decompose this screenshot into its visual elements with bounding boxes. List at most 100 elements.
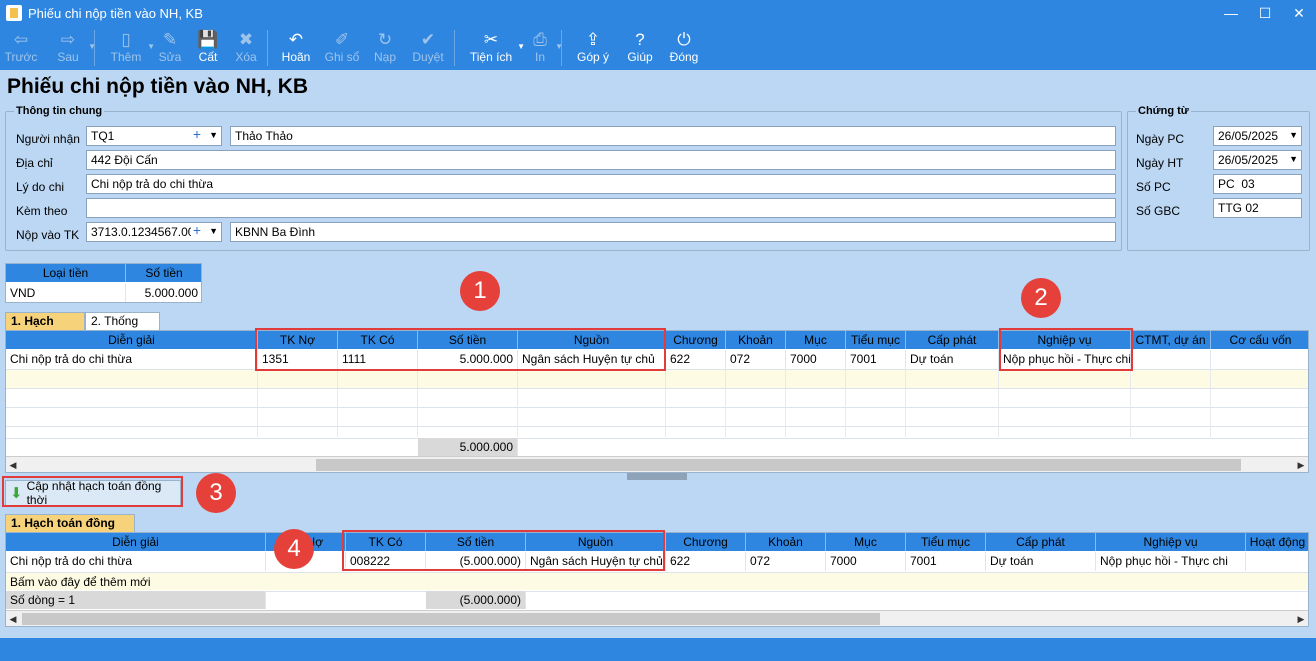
table-cell[interactable] bbox=[1211, 350, 1308, 369]
ly-do-input[interactable]: Chi nộp trả do chi thừa bbox=[86, 174, 1116, 194]
chevron-down-icon[interactable]: ▼ bbox=[209, 130, 218, 140]
kem-theo-input[interactable] bbox=[86, 198, 1116, 218]
sau-button[interactable]: ⇨ Sau ▼ bbox=[46, 26, 96, 70]
table-cell[interactable]: 072 bbox=[746, 552, 826, 571]
column-header[interactable]: Nguồn bbox=[518, 331, 666, 349]
horizontal-scrollbar[interactable]: ◀ ▶ bbox=[6, 610, 1308, 626]
table-cell[interactable]: Dự toán bbox=[906, 350, 999, 369]
dropdown-arrow-icon[interactable]: ▼ bbox=[88, 42, 96, 51]
column-header[interactable]: Khoản bbox=[746, 533, 826, 551]
table-cell[interactable]: Dự toán bbox=[986, 552, 1096, 571]
duyet-button[interactable]: ✔ Duyệt bbox=[406, 26, 450, 70]
chevron-down-icon[interactable]: ▼ bbox=[1289, 130, 1298, 140]
table-cell[interactable]: 7000 bbox=[826, 552, 906, 571]
table-cell[interactable]: 1351 bbox=[258, 350, 338, 369]
column-header[interactable]: Nghiệp vụ bbox=[1096, 533, 1246, 551]
table-cell[interactable]: 7000 bbox=[786, 350, 846, 369]
horizontal-scrollbar[interactable]: ◀ ▶ bbox=[6, 456, 1308, 472]
hoan-button[interactable]: ↶ Hoãn bbox=[276, 26, 316, 70]
column-header[interactable]: Cấp phát bbox=[986, 533, 1096, 551]
new-row[interactable] bbox=[6, 370, 1308, 388]
minimize-icon[interactable]: — bbox=[1214, 0, 1248, 26]
table-cell[interactable]: 7001 bbox=[906, 552, 986, 571]
tab-hach-toan-dong-thoi[interactable]: 1. Hạch toán đồng thời bbox=[5, 514, 135, 546]
column-header[interactable]: Cấp phát bbox=[906, 331, 999, 349]
table-cell[interactable]: 1111 bbox=[338, 350, 418, 369]
them-button[interactable]: ▯ Thêm ▼ bbox=[103, 26, 155, 70]
maximize-icon[interactable]: ☐ bbox=[1248, 0, 1282, 26]
table-cell[interactable]: 008222 bbox=[346, 552, 426, 571]
column-header[interactable]: Số tiền bbox=[426, 533, 526, 551]
table-cell[interactable]: 7001 bbox=[846, 350, 906, 369]
sua-button[interactable]: ✎ Sửa bbox=[153, 26, 187, 70]
dong-button[interactable]: ⏻ Đóng bbox=[664, 26, 704, 70]
so-pc-input[interactable]: PC 03 bbox=[1213, 174, 1302, 194]
ngay-ht-picker[interactable]: 26/05/2025 ▼ bbox=[1213, 150, 1302, 170]
close-icon[interactable]: ✕ bbox=[1282, 0, 1316, 26]
column-header[interactable]: CTMT, dự án bbox=[1131, 331, 1211, 349]
table-cell[interactable]: Chi nộp trả do chi thừa bbox=[6, 350, 258, 369]
table-cell[interactable]: 5.000.000 bbox=[418, 350, 518, 369]
add-new-row[interactable]: Bấm vào đây để thêm mới bbox=[6, 572, 1308, 590]
nap-button[interactable]: ↻ Nạp bbox=[368, 26, 402, 70]
column-header[interactable]: Tiểu mục bbox=[846, 331, 906, 349]
in-button[interactable]: ⎙ In ▼ bbox=[523, 26, 563, 70]
nguoi-nhan-name-input[interactable]: Thảo Thảo bbox=[230, 126, 1116, 146]
nguoi-nhan-code-combo[interactable]: TQ1 + ▼ bbox=[86, 126, 222, 146]
scroll-thumb[interactable] bbox=[22, 613, 880, 625]
xoa-button[interactable]: ✖ Xóa bbox=[229, 26, 263, 70]
table-cell[interactable]: Nộp phục hồi - Thực chi bbox=[1096, 552, 1246, 571]
table-cell[interactable]: 622 bbox=[666, 350, 726, 369]
currency-cell[interactable]: VND bbox=[6, 284, 126, 302]
nop-vao-name-input[interactable]: KBNN Ba Đình bbox=[230, 222, 1116, 242]
chevron-down-icon[interactable]: ▼ bbox=[209, 226, 218, 236]
truoc-button[interactable]: ⇦ Trước bbox=[0, 26, 42, 70]
column-header[interactable]: Khoản bbox=[726, 331, 786, 349]
column-header[interactable]: TK Có bbox=[338, 331, 418, 349]
add-plus-icon[interactable]: + bbox=[190, 223, 201, 238]
column-header[interactable]: Hoạt động bbox=[1246, 533, 1308, 551]
column-header[interactable]: Nghiệp vụ bbox=[999, 331, 1131, 349]
column-header[interactable]: Chương bbox=[666, 331, 726, 349]
nop-vao-code-combo[interactable]: 3713.0.1234567.00 + ▼ bbox=[86, 222, 222, 242]
column-header[interactable]: TK Nợ bbox=[258, 331, 338, 349]
column-header[interactable]: TK Có bbox=[346, 533, 426, 551]
column-header[interactable]: Mục bbox=[826, 533, 906, 551]
table-cell[interactable] bbox=[1131, 350, 1211, 369]
scroll-thumb[interactable] bbox=[316, 459, 1241, 471]
ghi-so-button[interactable]: ✐ Ghi sổ bbox=[320, 26, 364, 70]
table-cell[interactable]: Chi nộp trả do chi thừa bbox=[6, 552, 266, 571]
splitter-handle[interactable] bbox=[627, 473, 687, 480]
scroll-left-icon[interactable]: ◀ bbox=[6, 457, 20, 472]
table-cell[interactable]: (5.000.000) bbox=[426, 552, 526, 571]
table-cell[interactable]: Nộp phục hồi - Thực chi bbox=[999, 350, 1131, 369]
column-header[interactable]: Số tiền bbox=[418, 331, 518, 349]
table-cell[interactable]: 622 bbox=[666, 552, 746, 571]
dia-chi-input[interactable]: 442 Đội Cấn bbox=[86, 150, 1116, 170]
column-header[interactable]: Cơ cấu vốn bbox=[1211, 331, 1308, 349]
tien-ich-button[interactable]: ✂ Tiện ích ▼ bbox=[463, 26, 525, 70]
table-cell[interactable]: 072 bbox=[726, 350, 786, 369]
scroll-left-icon[interactable]: ◀ bbox=[6, 611, 20, 626]
dropdown-arrow-icon[interactable]: ▼ bbox=[555, 42, 563, 51]
table-cell[interactable] bbox=[1246, 552, 1308, 571]
so-gbc-input[interactable]: TTG 02 bbox=[1213, 198, 1302, 218]
tab-hach-toan[interactable]: 1. Hạch toán bbox=[5, 312, 85, 344]
column-header[interactable]: Nguồn bbox=[526, 533, 666, 551]
column-header[interactable]: Tiểu mục bbox=[906, 533, 986, 551]
tab-thong-ke[interactable]: 2. Thống kê bbox=[85, 312, 160, 344]
column-header[interactable]: Diễn giải bbox=[6, 533, 266, 551]
update-concurrent-button[interactable]: ⬇ Cập nhật hạch toán đồng thời bbox=[5, 479, 181, 507]
column-header[interactable]: Diễn giải bbox=[6, 331, 258, 349]
scroll-right-icon[interactable]: ▶ bbox=[1294, 457, 1308, 472]
column-header[interactable]: Chương bbox=[666, 533, 746, 551]
gop-y-button[interactable]: ⇪ Góp ý bbox=[570, 26, 616, 70]
ngay-pc-picker[interactable]: 26/05/2025 ▼ bbox=[1213, 126, 1302, 146]
table-cell[interactable]: Ngân sách Huyện tự chủ bbox=[526, 552, 666, 571]
scroll-right-icon[interactable]: ▶ bbox=[1294, 611, 1308, 626]
add-plus-icon[interactable]: + bbox=[193, 127, 201, 142]
table-cell[interactable]: Ngân sách Huyện tự chủ bbox=[518, 350, 666, 369]
cat-button[interactable]: 💾 Cất bbox=[191, 26, 225, 70]
giup-button[interactable]: ? Giúp bbox=[620, 26, 660, 70]
amount-cell[interactable]: 5.000.000 bbox=[126, 284, 201, 302]
